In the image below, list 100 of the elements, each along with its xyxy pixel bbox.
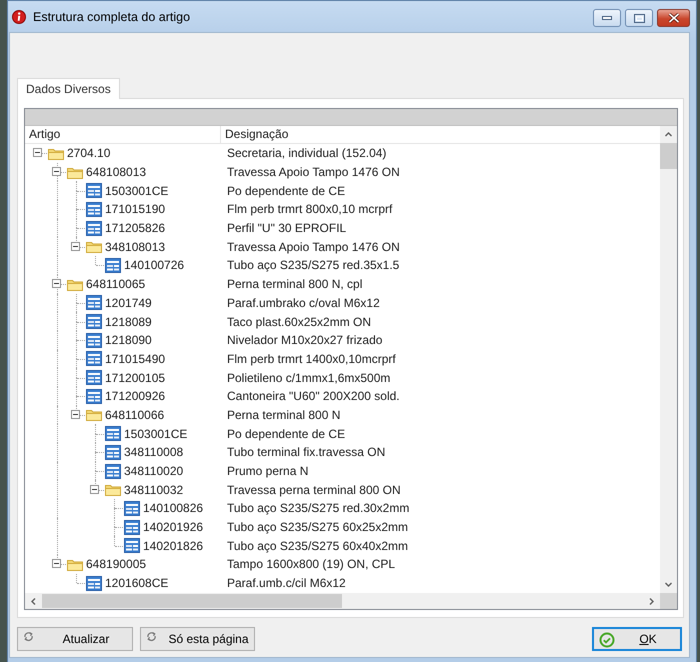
designation-text: Perna terminal 800 N, cpl: [226, 277, 362, 292]
form-icon: [86, 332, 102, 348]
article-code[interactable]: 648190005: [86, 557, 146, 572]
form-icon: [124, 500, 140, 516]
expand-toggle[interactable]: [71, 410, 80, 419]
form-icon: [86, 388, 102, 404]
folder-icon: [105, 483, 121, 496]
form-icon: [86, 314, 102, 330]
folder-icon: [86, 408, 102, 422]
article-code[interactable]: 348108013: [105, 240, 166, 254]
form-icon: [86, 370, 102, 386]
minimize-icon: [602, 16, 612, 20]
folder-icon: [48, 146, 64, 160]
maximize-button[interactable]: [625, 9, 653, 27]
expand-toggle[interactable]: [90, 484, 99, 494]
close-button[interactable]: [657, 9, 690, 27]
article-code[interactable]: 348110020: [124, 464, 184, 478]
designation-text: Perna terminal 800 N: [226, 408, 340, 422]
refresh-icon: [146, 631, 157, 642]
article-code[interactable]: 1201608CE: [105, 576, 168, 590]
form-icon: [86, 351, 102, 366]
form-icon: [86, 183, 102, 198]
tab[interactable]: Dados Diversos: [17, 78, 120, 99]
folder-icon: [86, 240, 102, 254]
article-code[interactable]: 171205826: [105, 221, 166, 236]
article-code[interactable]: 348110032: [124, 482, 184, 497]
close-icon: [668, 13, 680, 23]
article-code[interactable]: 1201749: [105, 296, 152, 310]
scrollbar-corner: [660, 593, 677, 609]
vertical-scrollbar[interactable]: [660, 126, 677, 593]
folder-icon: [67, 558, 83, 571]
scrollbar-thumb[interactable]: [42, 594, 342, 608]
window-title: Estrutura completa do artigo: [33, 10, 190, 24]
designation-text: Tubo terminal fix.travessa ON: [226, 445, 386, 460]
expand-toggle[interactable]: [33, 148, 42, 158]
form-icon: [86, 576, 102, 591]
minimize-button[interactable]: [593, 9, 621, 27]
designation-text: Travessa perna terminal 800 ON: [226, 482, 401, 497]
form-icon: [124, 520, 140, 535]
page-only-button[interactable]: Só esta página: [140, 627, 255, 651]
column-header[interactable]: Designação: [221, 126, 288, 143]
expand-toggle[interactable]: [71, 242, 80, 251]
designation-text: Cantoneira "U60" 200X200 sold.: [226, 389, 400, 404]
form-icon: [105, 258, 121, 273]
update-button[interactable]: Atualizar: [17, 627, 133, 651]
article-code[interactable]: 348110008: [124, 445, 184, 460]
refresh-icon: [23, 631, 34, 642]
designation-text: Tubo aço S235/S275 red.35x1.5: [226, 258, 400, 272]
form-icon: [105, 444, 121, 460]
check-icon: [599, 632, 615, 648]
form-icon: [105, 464, 121, 479]
designation-text: Tubo aço S235/S275 60x40x2mm: [226, 538, 408, 553]
designation-text: Paraf.umb.c/cil M6x12: [226, 576, 346, 590]
form-icon: [86, 202, 102, 217]
folder-icon: [67, 278, 83, 291]
maximize-icon: [634, 14, 644, 22]
designation-text: Po dependente de CE: [226, 426, 346, 441]
form-icon: [86, 220, 102, 236]
info-icon: [12, 10, 26, 24]
chevron-icon: [664, 130, 673, 139]
expand-toggle[interactable]: [52, 279, 61, 288]
article-code[interactable]: 648110065: [86, 277, 146, 292]
article-code[interactable]: 171200105: [105, 370, 166, 385]
designation-text: Travessa Apoio Tampo 1476 ON: [226, 165, 400, 180]
designation-text: Polietileno c/1mmx1,6mx500m: [226, 370, 390, 385]
article-code[interactable]: 648110066: [105, 408, 164, 422]
article-code[interactable]: 648108013: [86, 165, 146, 180]
scrollbar-thumb[interactable]: [660, 143, 677, 169]
article-code[interactable]: 171015190: [105, 202, 166, 216]
folder-icon: [67, 166, 83, 179]
article-code[interactable]: 1218089: [105, 314, 152, 329]
designation-text: Flm perb trmrt 800x0,10 mcrprf: [226, 202, 392, 216]
designation-text: Tampo 1600x800 (19) ON, CPL: [226, 557, 396, 572]
form-icon: [124, 538, 140, 554]
ok-button[interactable]: OK: [592, 627, 682, 651]
expand-toggle[interactable]: [52, 559, 61, 568]
article-code[interactable]: 140100726: [124, 258, 184, 272]
article-code[interactable]: 140100826: [143, 501, 204, 516]
article-code[interactable]: 171015490: [105, 352, 166, 366]
designation-text: Perfil "U" 30 EPROFIL: [226, 221, 346, 236]
article-code[interactable]: 1503001CE: [124, 426, 188, 441]
designation-text: Flm perb trmrt 1400x0,10mcrprf: [226, 352, 396, 366]
column-header[interactable]: Artigo: [25, 126, 221, 143]
chevron-icon: [29, 597, 38, 606]
expand-toggle[interactable]: [52, 167, 61, 176]
article-code[interactable]: 2704.10: [67, 146, 110, 160]
designation-text: Nivelador M10x20x27 frizado: [226, 333, 382, 348]
article-code[interactable]: 140201926: [143, 520, 204, 534]
form-icon: [86, 295, 102, 310]
form-icon: [105, 426, 121, 442]
designation-text: Paraf.umbrako c/oval M6x12: [226, 296, 380, 310]
designation-text: Tubo aço S235/S275 red.30x2mm: [226, 501, 410, 516]
designation-text: Tubo aço S235/S275 60x25x2mm: [226, 520, 408, 534]
article-code[interactable]: 140201826: [143, 538, 204, 553]
article-code[interactable]: 1503001CE: [105, 184, 168, 198]
designation-text: Prumo perna N: [226, 464, 308, 478]
article-code[interactable]: 1218090: [105, 333, 152, 348]
designation-text: Travessa Apoio Tampo 1476 ON: [226, 240, 400, 254]
article-code[interactable]: 171200926: [105, 389, 166, 404]
designation-text: Secretaria, individual (152.04): [226, 146, 386, 160]
